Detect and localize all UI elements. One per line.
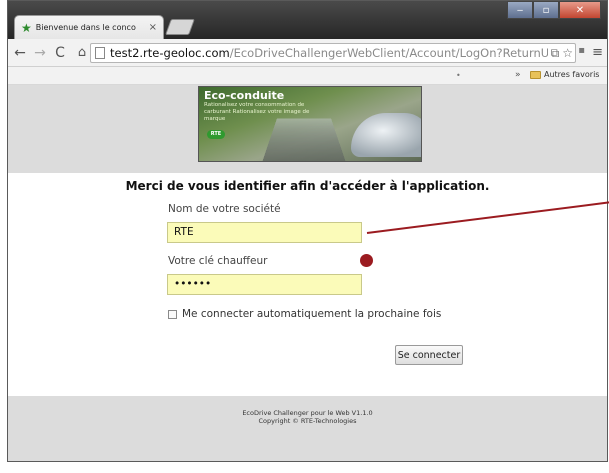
new-tab-button[interactable] — [165, 19, 195, 35]
screenshot-frame: ★ Bienvenue dans le conco × ‒ ▫ ✕ ← → C … — [0, 0, 609, 473]
tab-close-icon[interactable]: × — [149, 22, 157, 33]
title-bar: ★ Bienvenue dans le conco × ‒ ▫ ✕ — [8, 1, 607, 39]
window-controls: ‒ ▫ ✕ — [507, 1, 601, 19]
login-heading: Merci de vous identifier afin d'accéder … — [125, 179, 490, 193]
forward-arrow-icon[interactable]: → — [32, 45, 48, 61]
company-input[interactable]: RTE — [167, 222, 362, 243]
bookmarks-bar: • » Autres favoris — [8, 67, 607, 85]
driver-key-input[interactable]: •••••• — [167, 274, 362, 295]
minimize-button[interactable]: ‒ — [507, 1, 533, 19]
footer-version: EcoDrive Challenger pour le Web V1.1.0 — [242, 409, 373, 417]
browser-toolbar: ← → C ⌂ test2.rte-geoloc.com/EcoDriveCha… — [8, 39, 607, 67]
page-content: Eco-conduite Rationalisez votre consomma… — [8, 85, 607, 461]
eco-conduite-banner: Eco-conduite Rationalisez votre consomma… — [198, 86, 422, 162]
address-bar[interactable]: test2.rte-geoloc.com/EcoDriveChallengerW… — [90, 43, 576, 63]
address-host: test2.rte-geoloc.com — [110, 46, 230, 60]
page-footer: EcoDrive Challenger pour le Web V1.1.0 C… — [8, 396, 607, 461]
driver-key-label: Votre clé chauffeur — [168, 255, 268, 267]
menu-icon[interactable]: ≡ — [592, 45, 603, 60]
tab-title: Bienvenue dans le conco — [35, 23, 136, 32]
remember-label: Me connecter automatiquement la prochain… — [182, 308, 442, 320]
address-actions: ⧉ ☆ — [547, 46, 573, 61]
address-path: /EcoDriveChallengerWebClient/Account/Log… — [229, 46, 558, 60]
close-window-button[interactable]: ✕ — [559, 1, 601, 19]
other-bookmarks-folder[interactable]: Autres favoris — [530, 70, 599, 79]
annotation-dot — [360, 254, 373, 267]
remember-me[interactable]: Me connecter automatiquement la prochain… — [168, 308, 441, 320]
footer-copyright: Copyright © RTE-Technologies — [258, 417, 357, 425]
remember-checkbox[interactable] — [168, 309, 177, 319]
company-label: Nom de votre société — [168, 203, 281, 215]
browser-window: ★ Bienvenue dans le conco × ‒ ▫ ✕ ← → C … — [7, 0, 608, 462]
other-bookmarks-label: Autres favoris — [544, 70, 600, 79]
banner-subtitle: Rationalisez votre consommation de carbu… — [204, 102, 310, 122]
back-arrow-icon[interactable]: ← — [12, 45, 28, 61]
reload-icon[interactable]: C — [52, 45, 68, 61]
banner-car-image — [351, 113, 421, 157]
folder-icon — [530, 70, 541, 79]
login-button[interactable]: Se connecter — [395, 345, 463, 365]
maximize-button[interactable]: ▫ — [533, 1, 559, 19]
extension-icon[interactable]: ▪ — [578, 45, 585, 56]
home-icon[interactable]: ⌂ — [74, 45, 90, 60]
page-action-icon[interactable]: ⧉ — [551, 46, 560, 61]
page-icon — [95, 47, 105, 59]
bookmark-star-icon[interactable]: ☆ — [562, 46, 573, 61]
favicon-star-icon: ★ — [21, 20, 32, 35]
rte-logo: RTE — [207, 130, 225, 139]
bookmarks-chevron-icon[interactable]: » — [515, 70, 521, 80]
browser-tab[interactable]: ★ Bienvenue dans le conco × — [14, 15, 164, 39]
banner-title: Eco-conduite — [204, 89, 285, 102]
banner-road-image — [254, 118, 354, 161]
bookmark-dot-icon: • — [456, 71, 461, 80]
